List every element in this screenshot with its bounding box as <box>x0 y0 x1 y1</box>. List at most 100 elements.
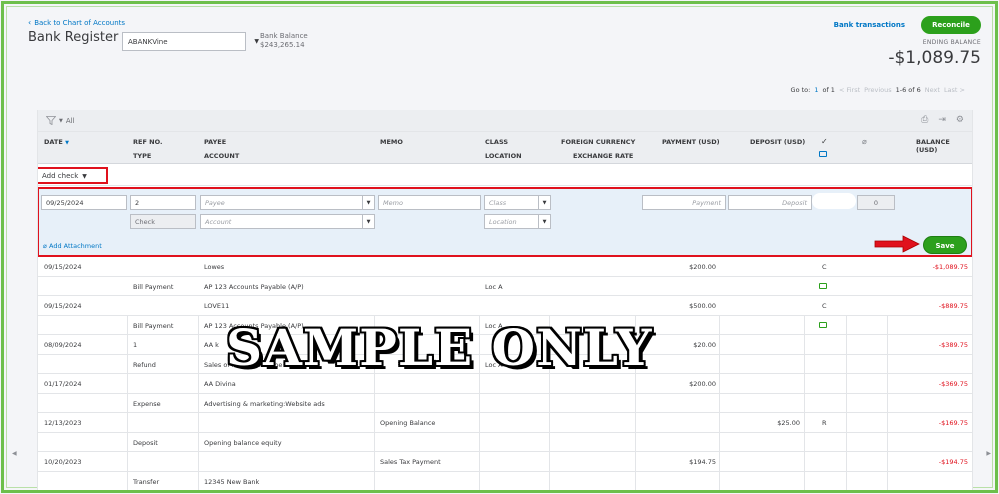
filter-label: All <box>65 116 75 125</box>
ref-no-input[interactable]: 2 <box>130 195 196 210</box>
payee-caret-down-icon[interactable]: ▼ <box>363 195 375 210</box>
col-date[interactable]: DATE ▼ <box>44 138 69 146</box>
table-row[interactable]: 10/20/2023 Sales Tax Payment $194.75 -$194.… <box>38 452 972 472</box>
save-button[interactable]: Save <box>923 236 967 254</box>
bank-transactions-link[interactable]: Bank transactions <box>834 21 905 29</box>
row-type: Refund <box>133 360 156 369</box>
table-row[interactable]: 01/17/2024 AA Divina $200.00 -$369.75 <box>38 374 972 394</box>
first-page-link[interactable]: < First <box>839 86 860 94</box>
table-row[interactable]: 09/15/2024 LOVE11 $500.00 C -$889.75 <box>38 296 972 316</box>
table-toolbar: ▼ All ⎙ ⇥ ⚙ <box>38 110 972 132</box>
sort-down-icon: ▼ <box>65 140 69 146</box>
table-row[interactable]: 12/13/2023 Opening Balance $25.00 R -$169.75 <box>38 413 972 433</box>
location-caret-down-icon[interactable]: ▼ <box>539 214 551 229</box>
row-status[interactable]: C <box>822 263 827 271</box>
ending-balance-value: -$1,089.75 <box>888 48 981 68</box>
col-class: CLASS <box>485 138 509 146</box>
table-row[interactable]: Deposit Opening balance equity <box>38 433 972 452</box>
add-check-label: Add check <box>42 172 79 180</box>
row-payee: AA Divina <box>204 380 236 388</box>
row-memo: Sales Tax Payment <box>380 458 441 466</box>
account-input[interactable]: Account <box>200 214 363 229</box>
row-payment: $500.00 <box>689 302 716 310</box>
add-check-row: Add check ▼ <box>38 164 972 186</box>
location-input[interactable]: Location <box>484 214 539 229</box>
account-select-value: ABANKVine <box>128 38 168 46</box>
register-rows: 09/15/2024 Lowes $200.00 C -$1,089.75 Bill Pa… <box>38 257 972 491</box>
row-account: Opening balance equity <box>204 438 282 447</box>
caret-down-icon: ▼ <box>59 117 63 124</box>
balance-display: 0 <box>857 195 895 210</box>
table-row[interactable]: 09/15/2024 Lowes $200.00 C -$1,089.75 <box>38 257 972 277</box>
date-input[interactable]: 09/25/2024 <box>41 195 127 210</box>
bank-balance: Bank Balance $243,265.14 <box>260 32 308 50</box>
row-balance: -$194.75 <box>938 458 968 466</box>
print-icon[interactable]: ⎙ <box>921 115 928 125</box>
table-row[interactable]: Expense Advertising & marketing:Website a… <box>38 394 972 413</box>
col-exchange-rate: EXCHANGE RATE <box>573 152 634 160</box>
row-ref: 1 <box>133 341 138 349</box>
col-payment: PAYMENT (USD) <box>662 138 720 146</box>
table-header: DATE ▼ REF NO. TYPE PAYEE ACCOUNT MEMO C… <box>38 132 972 164</box>
back-to-chart-link[interactable]: ‹ Back to Chart of Accounts <box>28 18 125 27</box>
row-status[interactable]: C <box>822 302 827 310</box>
last-page-link[interactable]: Last > <box>944 86 965 94</box>
col-balance: BALANCE (USD) <box>916 138 950 154</box>
payment-input[interactable]: Payment <box>642 195 726 210</box>
row-account: 12345 New Bank <box>204 477 260 486</box>
previous-page-link[interactable]: Previous <box>864 86 891 94</box>
caret-down-icon: ▼ <box>82 173 87 180</box>
class-input[interactable]: Class <box>484 195 539 210</box>
payee-input[interactable]: Payee <box>200 195 363 210</box>
row-date: 10/20/2023 <box>44 458 82 466</box>
paperclip-icon: ⌀ <box>43 242 47 250</box>
row-location: Loc A <box>485 321 503 330</box>
table-row[interactable]: Bill Payment AP 123 Accounts Payable (A/P… <box>38 277 972 296</box>
export-icon[interactable]: ⇥ <box>938 115 946 125</box>
row-balance: -$169.75 <box>938 419 968 427</box>
cleared-toggle[interactable] <box>812 193 856 209</box>
row-location: Loc A <box>485 282 503 291</box>
row-date: 09/15/2024 <box>44 302 82 310</box>
goto-page-input[interactable]: 1 <box>814 86 818 94</box>
reconcile-button[interactable]: Reconcile <box>921 16 981 34</box>
table-row[interactable]: Bill Payment AP 123 Accounts Payable (A/P… <box>38 316 972 335</box>
account-caret-down-icon[interactable]: ▼ <box>363 214 375 229</box>
add-attachment-link[interactable]: ⌀ Add Attachment <box>43 242 102 250</box>
table-row[interactable]: Refund Sales of Product Income Loc A <box>38 355 972 374</box>
row-status[interactable]: R <box>822 419 827 427</box>
back-link-label: Back to Chart of Accounts <box>34 18 126 27</box>
page-title: Bank Register <box>28 30 119 45</box>
class-caret-down-icon[interactable]: ▼ <box>539 195 551 210</box>
row-date: 08/09/2024 <box>44 341 82 349</box>
col-memo: MEMO <box>380 138 403 146</box>
row-account: AP 123 Accounts Payable (A/P) <box>204 282 304 291</box>
scroll-right-icon[interactable]: ▶ <box>986 450 991 457</box>
row-memo: Opening Balance <box>380 419 436 427</box>
account-select[interactable]: ABANKVine ▼ <box>122 32 259 51</box>
register-table: ▼ All ⎙ ⇥ ⚙ DATE ▼ REF NO. TYPE PAYEE AC… <box>37 110 973 491</box>
caret-down-icon[interactable]: ▼ <box>254 38 259 45</box>
type-display: Check <box>130 214 196 229</box>
table-row[interactable]: Transfer 12345 New Bank <box>38 472 972 491</box>
row-type: Expense <box>133 399 161 408</box>
reconcile-status-icon <box>819 151 827 159</box>
bank-balance-label: Bank Balance <box>260 32 308 40</box>
deposit-input[interactable]: Deposit <box>728 195 812 210</box>
row-date: 09/15/2024 <box>44 263 82 271</box>
col-account: ACCOUNT <box>204 152 240 160</box>
row-payment: $194.75 <box>689 458 716 466</box>
row-account: AP 123 Accounts Payable (A/P) <box>204 321 304 330</box>
add-check-dropdown[interactable]: Add check ▼ <box>38 167 108 184</box>
filter-button[interactable]: ▼ All <box>46 116 75 125</box>
next-page-link[interactable]: Next <box>925 86 940 94</box>
scroll-left-icon[interactable]: ◀ <box>12 450 17 457</box>
memo-input[interactable]: Memo <box>378 195 481 210</box>
row-balance: -$889.75 <box>938 302 968 310</box>
row-type: Deposit <box>133 438 158 447</box>
row-date: 12/13/2023 <box>44 419 82 427</box>
funnel-icon <box>46 116 56 125</box>
table-tools: ⎙ ⇥ ⚙ <box>921 115 964 125</box>
gear-icon[interactable]: ⚙ <box>956 115 964 125</box>
table-row[interactable]: 08/09/2024 1 AA k $20.00 -$389.75 <box>38 335 972 355</box>
